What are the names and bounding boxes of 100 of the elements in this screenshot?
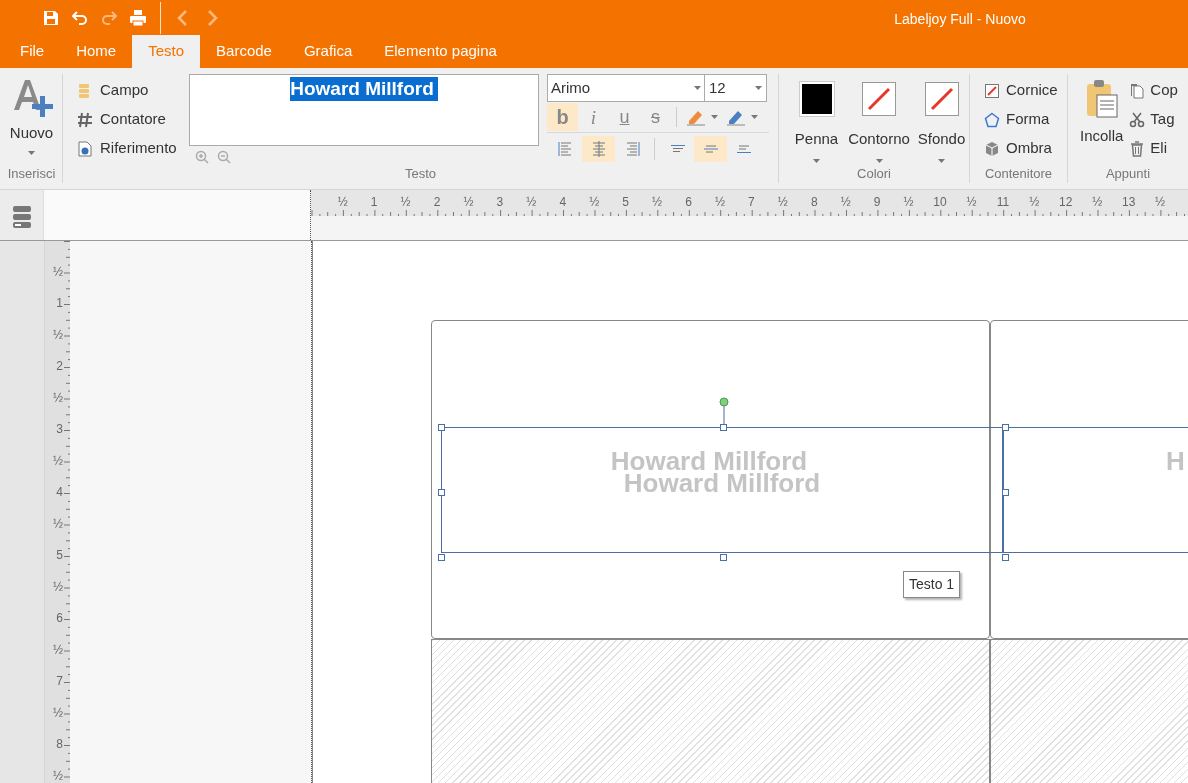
resize-handle[interactable] — [438, 554, 445, 561]
scissors-icon — [1129, 111, 1146, 128]
label-text: H — [1166, 450, 1186, 472]
pen-icon — [726, 108, 746, 127]
caret-icon — [875, 158, 883, 163]
caret-icon — [28, 150, 35, 155]
undo-icon — [71, 8, 89, 27]
ruler-label: 10 — [933, 196, 947, 208]
ruler-label: ½ — [1155, 196, 1166, 208]
clipboard-icon — [1084, 79, 1119, 119]
ruler-label: ½ — [903, 196, 914, 208]
paste-button[interactable]: Incolla — [1080, 79, 1124, 164]
dropdown-caret-icon — [694, 86, 701, 90]
text-editor-field[interactable]: Howard Millford — [189, 74, 539, 146]
ribbon-item-button[interactable]: Cop — [1129, 79, 1178, 102]
ruler-label: 1 — [370, 196, 378, 208]
color-button[interactable]: Sfondo — [914, 82, 969, 164]
caret-icon — [813, 158, 820, 163]
ruler-label: 3 — [56, 423, 63, 436]
ribbon-item-button[interactable]: Contatore — [77, 108, 189, 131]
info-document-icon — [77, 140, 93, 157]
stack-icon[interactable] — [11, 205, 32, 229]
printer-button[interactable] — [129, 8, 147, 27]
ruler-label: ½ — [53, 517, 63, 530]
redo-icon — [100, 8, 118, 27]
ruler-label: 9 — [873, 196, 881, 208]
font-size-dropdown[interactable]: 12 — [705, 74, 767, 102]
ribbon-item-button[interactable]: Campo — [77, 79, 189, 102]
align-center-button[interactable] — [582, 136, 615, 163]
ruler-label: ½ — [1092, 196, 1103, 208]
ruler-label: 7 — [748, 196, 755, 208]
ribbon-item-button[interactable]: Ombra — [984, 137, 1067, 160]
color-button[interactable]: Contorno — [850, 82, 908, 164]
ruler-label: ½ — [53, 769, 63, 782]
resize-handle[interactable] — [1002, 489, 1009, 496]
zoom-out-icon[interactable] — [217, 150, 231, 164]
caret-icon — [938, 158, 945, 163]
tooltip: Testo 1 — [903, 571, 961, 598]
ruler-label: ½ — [53, 706, 63, 719]
ruler-label: ½ — [589, 196, 600, 208]
ruler-label: 8 — [56, 738, 63, 751]
ruler-label: 8 — [810, 196, 818, 208]
ruler-label: ½ — [714, 196, 725, 208]
save-button[interactable] — [42, 8, 60, 27]
trash-icon — [1129, 140, 1146, 157]
hash-icon — [77, 111, 93, 128]
group-label: Colori — [857, 164, 891, 183]
align-bottom-icon — [736, 145, 751, 154]
resize-handle[interactable] — [720, 424, 727, 431]
window-title: Labeljoy Full - Nuovo — [893, 10, 1027, 29]
ruler-label: 12 — [1059, 196, 1073, 208]
copy-icon — [1129, 82, 1146, 99]
ruler-label: 4 — [559, 196, 567, 208]
ribbon-item-button[interactable]: Tag — [1129, 108, 1178, 131]
new-button[interactable]: Nuovo — [3, 74, 60, 155]
ruler-label: ½ — [966, 196, 977, 208]
ruler-label: 2 — [56, 360, 63, 373]
resize-handle[interactable] — [1002, 554, 1009, 561]
zoom-in-icon[interactable] — [195, 150, 209, 164]
caret-icon — [711, 115, 718, 120]
group-label: Appunti — [1105, 164, 1151, 183]
align-top-icon — [670, 145, 685, 154]
ribbon-item-button[interactable]: Forma — [984, 108, 1067, 131]
ruler-label: ½ — [840, 196, 851, 208]
caret-icon — [751, 115, 758, 120]
ruler-label: ½ — [337, 196, 348, 208]
ruler-label: 13 — [1121, 196, 1136, 208]
align-middle-button[interactable] — [694, 136, 727, 163]
align-middle-icon — [703, 145, 718, 154]
label-text: Howard Millford — [610, 450, 808, 472]
ruler-label: 3 — [496, 196, 504, 208]
ruler-label: 5 — [622, 196, 629, 208]
ruler-label: 6 — [685, 196, 692, 208]
cube-icon — [984, 140, 1000, 157]
ruler-label: 11 — [996, 196, 1010, 208]
resize-handle[interactable] — [1002, 424, 1009, 431]
rotation-handle[interactable] — [719, 397, 729, 425]
marker-icon — [686, 108, 706, 127]
frame-icon — [984, 82, 1000, 99]
ribbon-item-button[interactable]: Eli — [1129, 137, 1178, 160]
dropdown-caret-icon — [755, 86, 762, 90]
ribbon-item-button[interactable]: Cornice — [984, 79, 1067, 102]
ruler-label: 6 — [56, 612, 63, 625]
printer-icon — [129, 8, 147, 27]
group-label: Testo — [404, 165, 437, 183]
ruler-label: ½ — [53, 265, 63, 278]
ruler-label: ½ — [53, 580, 63, 593]
font-dropdown[interactable]: Arimo — [547, 74, 705, 102]
ribbon-item-button[interactable]: Riferimento — [77, 137, 189, 160]
color-button[interactable]: Penna — [789, 82, 844, 164]
ruler-label: ½ — [652, 196, 663, 208]
label-text: Howard Millford — [623, 472, 821, 494]
resize-handle[interactable] — [438, 489, 445, 496]
resize-handle[interactable] — [438, 424, 445, 431]
undo-button[interactable] — [71, 8, 89, 27]
ruler-label: ½ — [53, 391, 63, 404]
ruler-label: ½ — [53, 454, 63, 467]
group-label: Inserisci — [7, 164, 56, 183]
ruler-label: ½ — [53, 328, 63, 341]
resize-handle[interactable] — [720, 554, 727, 561]
